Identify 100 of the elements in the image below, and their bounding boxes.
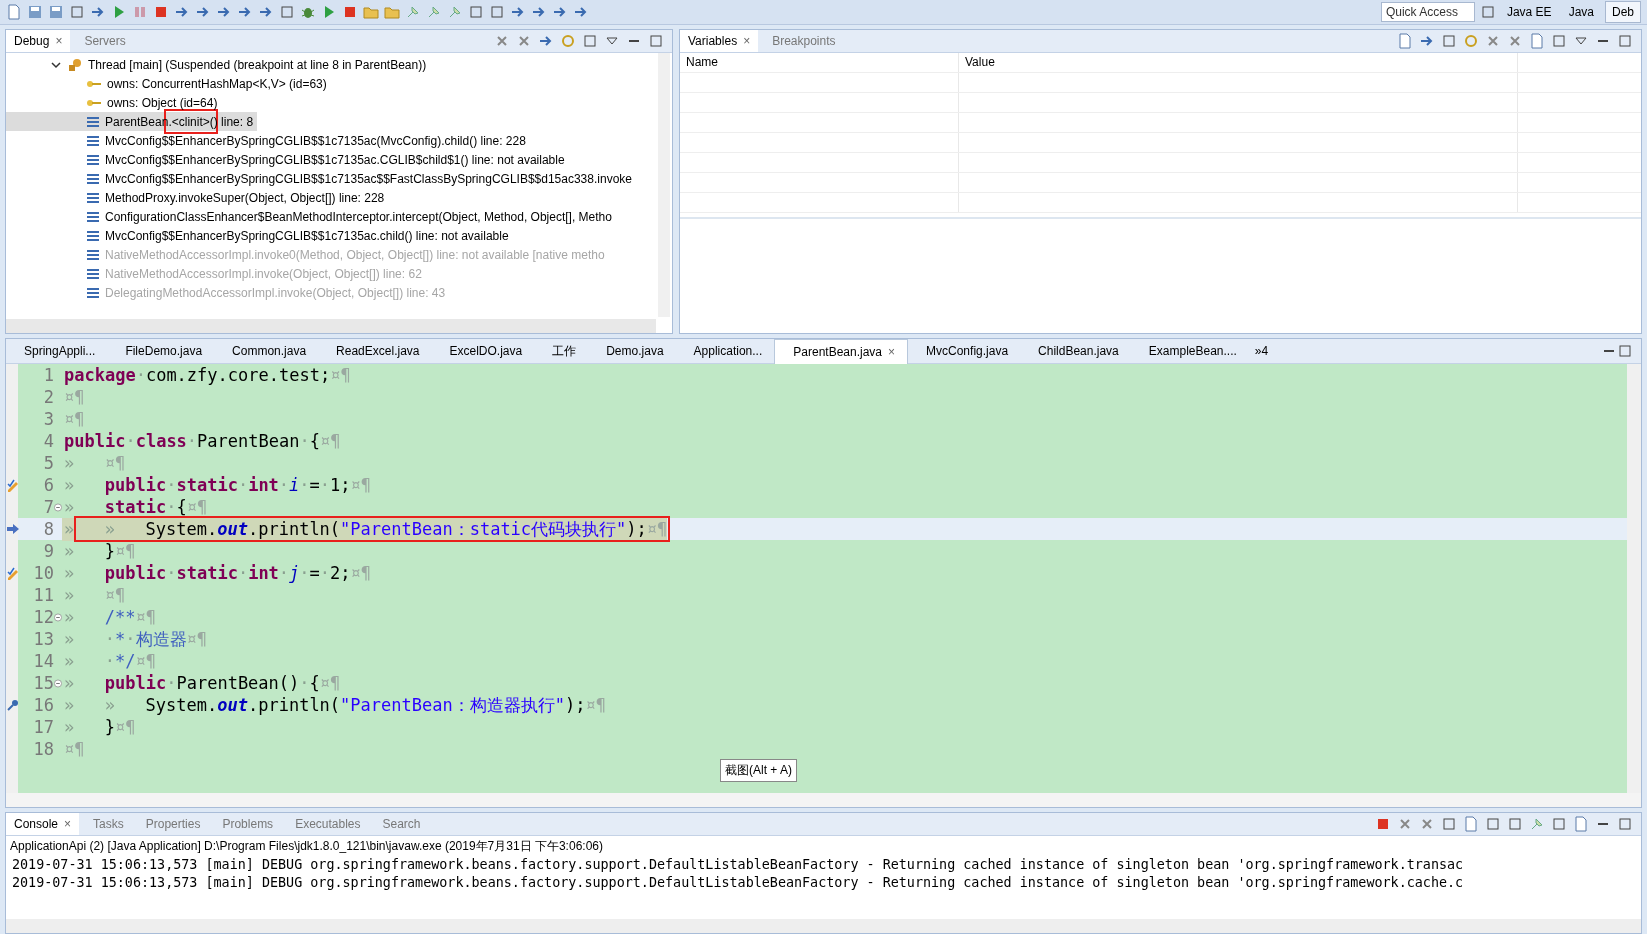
editor-tab[interactable]: MvcConfig.java <box>908 339 1021 363</box>
console-line: 2019-07-31 15:06:13,573 [main] DEBUG org.springframework.beans.factory.support.DefaultListableBeanFactory - Returning cached instance of singleton bean 'org.springframework.transac <box>11 857 1465 874</box>
code-text: public·class·ParentBean·{¤¶ <box>63 431 341 451</box>
line-number: 11 <box>32 585 54 605</box>
code-text: ¤¶ <box>63 739 85 759</box>
editor-tab[interactable]: FileDemo.java <box>107 339 215 363</box>
suspend-icon[interactable] <box>132 4 148 20</box>
view-tab[interactable]: Debug × <box>6 30 71 52</box>
perspective-button[interactable]: Java EE <box>1500 2 1558 22</box>
view-tab[interactable]: Servers <box>76 30 134 52</box>
code-text: » ¤¶ <box>63 585 126 605</box>
code-text: » }¤¶ <box>63 717 136 737</box>
editor-tab[interactable]: ExcelDO.java <box>431 339 535 363</box>
stack-frame-icon <box>86 229 100 242</box>
watchpoint-icon[interactable] <box>6 478 20 492</box>
view-tab[interactable]: Problems <box>214 813 282 835</box>
code-text: » static·{¤¶ <box>63 497 208 517</box>
fold-icon[interactable] <box>54 502 62 512</box>
stack-frame-icon <box>86 191 100 204</box>
column-header[interactable]: Name <box>680 53 959 72</box>
view-tab[interactable]: Search <box>374 813 429 835</box>
line-number: 1 <box>42 365 54 385</box>
code-text: » public·static·int·i·=·1;¤¶ <box>63 475 372 495</box>
scrollbar[interactable] <box>6 319 656 333</box>
tooltip: 截图(Alt + A) <box>720 759 797 782</box>
line-number: 18 <box>32 739 54 759</box>
line-number: 12 <box>32 607 54 627</box>
line-number: 8 <box>42 519 54 539</box>
stack-frame-item[interactable]: MvcConfig$$EnhancerBySpringCGLIB$$1c7135ac$$FastClassBySpringCGLIB$$d15ac338.invoke <box>6 169 636 188</box>
line-number: 5 <box>42 453 54 473</box>
stack-frame-icon <box>86 267 100 280</box>
process-label: ApplicationApi (2) [Java Application] D:\Program Files\jdk1.8.0_121\bin\javaw.exe (2019年7月31日 下午3:06:06) <box>9 838 604 855</box>
scrollbar[interactable] <box>658 53 670 317</box>
view-tab[interactable]: Console × <box>6 813 80 835</box>
stack-frame-icon <box>86 134 100 147</box>
perspective-button[interactable]: Java <box>1562 2 1600 22</box>
console-line: 2019-07-31 15:06:13,573 [main] DEBUG org.springframework.beans.factory.support.DefaultListableBeanFactory - Returning cached instance of singleton bean 'org.springframework.cache.c <box>11 875 1465 892</box>
tab-overflow[interactable]: »4 <box>1248 344 1275 358</box>
maximize-icon[interactable] <box>1617 816 1633 832</box>
editor-tab[interactable]: ExampleBean.... <box>1130 339 1249 363</box>
maximize-icon[interactable] <box>1617 33 1633 49</box>
fold-icon[interactable] <box>54 612 62 622</box>
editor-tab[interactable]: 工作 <box>534 339 589 363</box>
line-number: 4 <box>42 431 54 451</box>
line-number: 3 <box>42 409 54 429</box>
line-number: 14 <box>32 651 54 671</box>
thread-icon <box>67 56 83 73</box>
code-text: ¤¶ <box>63 387 85 407</box>
view-tab[interactable]: Tasks <box>85 813 132 835</box>
stack-frame-item[interactable]: MethodProxy.invokeSuper(Object, Object[]) line: 228 <box>6 188 389 207</box>
code-text: » /**¤¶ <box>63 607 156 627</box>
stack-frame-item[interactable]: ConfigurationClassEnhancer$BeanMethodInterceptor.intercept(Object, Method, Object[], Metho <box>6 207 616 226</box>
editor-tab[interactable]: SpringAppli... <box>6 339 108 363</box>
stack-frame-icon <box>86 210 100 223</box>
watchpoint-icon[interactable] <box>6 566 20 580</box>
stack-frame-item[interactable]: owns: Object (id=64) <box>6 93 222 112</box>
maximize-icon[interactable] <box>648 33 664 49</box>
fold-icon[interactable] <box>54 678 62 688</box>
line-number: 6 <box>42 475 54 495</box>
view-tab[interactable]: Breakpoints <box>764 30 844 52</box>
save-all-icon[interactable] <box>48 4 64 20</box>
editor-tab[interactable]: Demo.java <box>588 339 676 363</box>
save-icon[interactable] <box>27 4 43 20</box>
scrollbar[interactable] <box>1627 364 1641 793</box>
terminate-icon[interactable] <box>153 4 169 20</box>
scrollbar[interactable] <box>6 919 1641 933</box>
stack-frame-item[interactable]: MvcConfig$$EnhancerBySpringCGLIB$$1c7135ac.CGLIB$child$1() line: not available <box>6 150 569 169</box>
line-number: 10 <box>32 563 54 583</box>
editor-tab[interactable]: ParentBean.java × <box>774 338 909 364</box>
view-tab[interactable]: Variables × <box>680 30 759 52</box>
code-text: » ·*·构造器¤¶ <box>63 627 208 651</box>
stack-frame-icon <box>86 286 100 299</box>
view-tab[interactable]: Properties <box>137 813 209 835</box>
instruction-pointer-icon[interactable] <box>6 522 20 536</box>
code-text: » public·ParentBean()·{¤¶ <box>63 673 341 693</box>
stack-frame-icon <box>86 248 100 261</box>
stack-frame-item[interactable]: MvcConfig$$EnhancerBySpringCGLIB$$1c7135ac.child() line: not available <box>6 226 513 245</box>
thread-label[interactable]: Thread [main] (Suspended (breakpoint at line 8 in ParentBean)) <box>88 57 427 72</box>
code-text: ¤¶ <box>63 409 85 429</box>
code-text: » }¤¶ <box>63 541 136 561</box>
editor-tab[interactable]: ChildBean.java <box>1020 339 1131 363</box>
line-number: 15 <box>32 673 54 693</box>
view-tab[interactable]: Executables <box>287 813 369 835</box>
line-number: 13 <box>32 629 54 649</box>
editor-tab[interactable]: Application... <box>675 339 775 363</box>
stack-frame-item[interactable]: owns: ConcurrentHashMap<K,V> (id=63) <box>6 74 331 93</box>
perspective-button[interactable]: Deb <box>1605 1 1641 23</box>
editor-tab[interactable]: Common.java <box>214 339 319 363</box>
code-text: » » System.out.println("ParentBean：static代码块执行");¤¶ <box>62 517 668 541</box>
code-text: » ¤¶ <box>63 453 126 473</box>
stack-frame-icon <box>86 153 100 166</box>
editor-tab[interactable]: ReadExcel.java <box>318 339 432 363</box>
terminate-icon[interactable] <box>1375 816 1391 832</box>
quick-access-field[interactable]: Quick Access <box>1380 2 1475 22</box>
stack-frame-item[interactable]: MvcConfig$$EnhancerBySpringCGLIB$$1c7135ac(MvcConfig).child() line: 228 <box>6 131 530 150</box>
new-file-icon[interactable] <box>6 4 22 20</box>
code-text: » public·static·int·j·=·2;¤¶ <box>63 563 372 583</box>
code-text: package·com.zfy.core.test;¤¶ <box>63 365 351 385</box>
scrollbar[interactable] <box>6 793 1641 807</box>
column-header[interactable]: Value <box>959 53 1518 72</box>
